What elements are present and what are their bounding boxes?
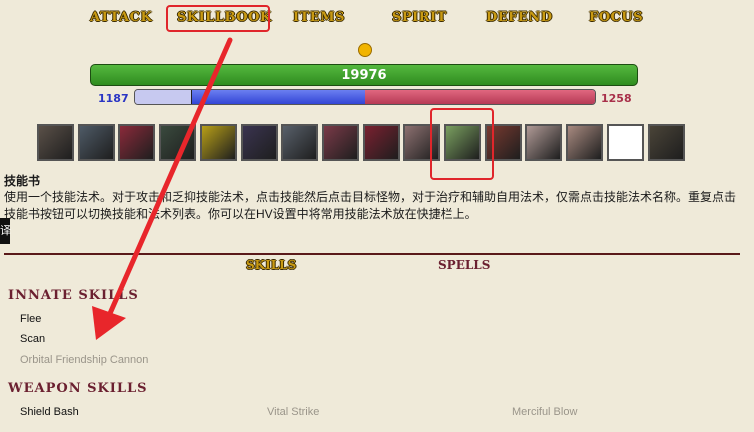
skill-vital-strike[interactable]: Vital Strike <box>267 406 319 418</box>
skill-flee[interactable]: Flee <box>20 313 41 325</box>
skill-icon-3[interactable] <box>118 124 156 161</box>
mp-bar <box>134 89 596 105</box>
skill-icon-5[interactable] <box>199 124 237 161</box>
skill-icon-6[interactable] <box>240 124 278 161</box>
mp-right-value: 1258 <box>601 92 632 105</box>
skill-shield-bash[interactable]: Shield Bash <box>20 406 79 418</box>
skill-icon-13[interactable] <box>525 124 563 161</box>
menu-focus[interactable]: FOCUS <box>589 10 643 28</box>
skill-icon-1[interactable] <box>37 124 74 161</box>
skill-icon-14[interactable] <box>566 124 604 161</box>
mp-left-value: 1187 <box>98 92 129 105</box>
hp-value: 19976 <box>341 68 387 83</box>
menu-defend[interactable]: DEFEND <box>486 10 552 28</box>
menu-items[interactable]: ITEMS <box>293 10 345 28</box>
menu-attack[interactable]: ATTACK <box>90 10 152 28</box>
skill-icon-9[interactable] <box>362 124 400 161</box>
translate-side-tab[interactable]: 译 <box>0 218 11 244</box>
weapon-skills-heading: WEAPON SKILLS <box>8 381 148 396</box>
tab-skills[interactable]: SKILLS <box>246 258 296 272</box>
mp-bar-blue-segment <box>191 90 366 104</box>
skill-icon-8[interactable] <box>321 124 359 161</box>
skill-scan[interactable]: Scan <box>20 333 45 345</box>
status-marker-icon <box>358 43 372 57</box>
skill-icon-16[interactable] <box>647 124 685 161</box>
skill-icon-highlight-box <box>430 108 494 180</box>
skill-icon-2[interactable] <box>77 124 115 161</box>
menu-spirit[interactable]: SPIRIT <box>392 10 447 28</box>
skillbook-highlight-box <box>166 5 270 32</box>
tab-spells[interactable]: SPELLS <box>438 258 490 272</box>
divider <box>4 253 740 255</box>
description-text: 使用一个技能法术。对于攻击和乏抑技能法术，点击技能然后点击目标怪物，对于治疗和辅… <box>4 190 737 221</box>
innate-skills-heading: INNATE SKILLS <box>8 288 139 303</box>
skill-icon-7[interactable] <box>281 124 319 161</box>
mp-bar-light-segment <box>135 90 191 104</box>
skill-merciful-blow[interactable]: Merciful Blow <box>512 406 577 418</box>
description-title: 技能书 <box>4 174 41 188</box>
mp-bar-red-segment <box>365 90 595 104</box>
skill-icon-4[interactable] <box>159 124 197 161</box>
hp-bar: 19976 <box>90 64 638 86</box>
skill-icon-15[interactable] <box>606 124 644 161</box>
skill-orbital-friendship-cannon[interactable]: Orbital Friendship Cannon <box>20 354 148 366</box>
